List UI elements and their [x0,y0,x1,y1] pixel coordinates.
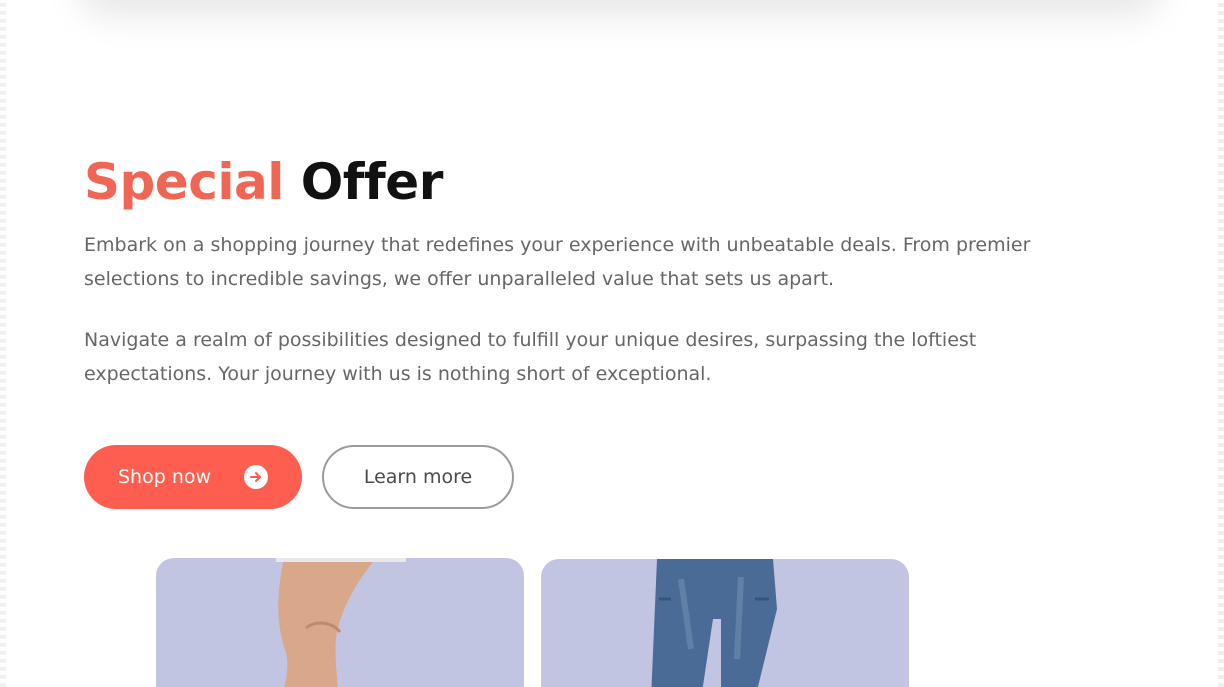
arrow-right-circle-icon [244,465,268,489]
left-edge [0,0,6,687]
detail-paragraph: Navigate a realm of possibilities design… [84,329,977,385]
shop-now-button[interactable]: Shop now [84,445,302,509]
product-card-jeans[interactable] [541,559,909,687]
page: Special Offer Embark on a shopping journ… [0,0,1224,687]
right-edge [1218,0,1224,687]
section-title: Special Offer [84,150,1094,214]
special-offer-section: Special Offer Embark on a shopping journ… [84,150,1094,391]
title-rest: Offer [300,153,444,211]
legs-image [276,558,406,687]
shop-now-label: Shop now [118,466,212,488]
intro-paragraph: Embark on a shopping journey that redefi… [84,234,1031,290]
learn-more-button[interactable]: Learn more [322,445,514,509]
cta-group: Shop now Learn more [84,445,514,509]
product-card-legs[interactable] [156,558,524,687]
title-accent: Special [84,153,284,211]
learn-more-label: Learn more [363,466,473,488]
jeans-image [651,559,777,687]
